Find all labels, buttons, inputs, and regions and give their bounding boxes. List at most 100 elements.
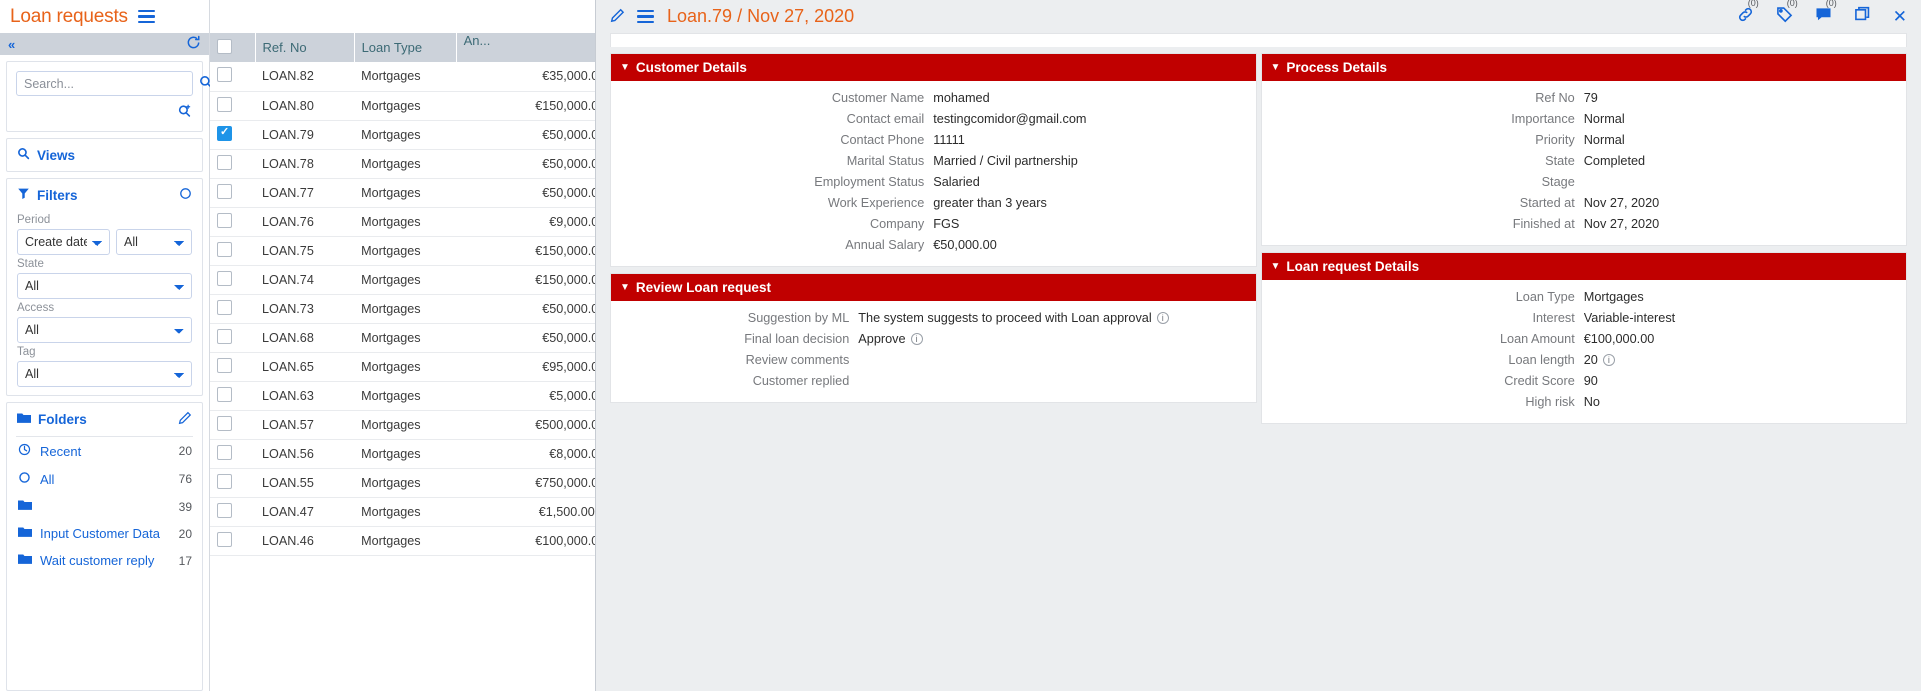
info-icon[interactable]: i xyxy=(1602,354,1615,366)
row-checkbox[interactable] xyxy=(217,183,232,199)
info-icon[interactable]: i xyxy=(910,333,923,345)
col-amount[interactable]: An...⬍ xyxy=(456,33,595,62)
row-select-cell[interactable] xyxy=(210,439,256,469)
duplicate-icon[interactable] xyxy=(1854,6,1871,28)
folder-item-recent[interactable]: Recent 20 xyxy=(7,437,202,465)
row-select-cell[interactable] xyxy=(210,468,256,498)
row-checkbox[interactable] xyxy=(217,270,232,286)
cell-amount: €9,000.00 xyxy=(456,207,595,237)
folder-item-wait-customer-reply[interactable]: Wait customer reply 17 xyxy=(7,547,202,574)
table-row[interactable]: LOAN.82Mortgages€35,000.000Fixed-ra xyxy=(210,62,595,92)
row-checkbox[interactable] xyxy=(217,299,232,315)
row-select-cell[interactable] xyxy=(210,381,256,411)
table-row[interactable]: LOAN.56Mortgages€8,000.00Yes70Variable xyxy=(210,439,595,469)
row-select-cell[interactable] xyxy=(210,410,256,440)
filter-tag-select[interactable]: All xyxy=(17,361,192,387)
folder-item-input-customer-data[interactable]: Input Customer Data 20 xyxy=(7,520,202,547)
table-row[interactable]: LOAN.57Mortgages€500,000.00No98Fixed-ra xyxy=(210,410,595,440)
detail-field-value: €100,000.00 xyxy=(1583,332,1655,346)
row-checkbox[interactable] xyxy=(217,96,232,112)
loan-request-details-header[interactable]: ▼ Loan request Details xyxy=(1261,253,1906,280)
comment-icon[interactable]: (0) xyxy=(1815,0,1837,28)
table-row[interactable]: LOAN.75Mortgages€150,000.00No89Fixed-ra xyxy=(210,236,595,266)
row-select-cell[interactable] xyxy=(210,526,256,556)
row-checkbox[interactable] xyxy=(217,328,232,344)
table-row[interactable]: LOAN.77Mortgages€50,000.00No80Fixed-ra xyxy=(210,178,595,208)
table-row[interactable]: LOAN.63Mortgages€5,000.00No89Fixed-ra xyxy=(210,381,595,411)
col-loan-type[interactable]: Loan Type xyxy=(354,33,457,62)
advanced-search-icon[interactable] xyxy=(177,104,193,121)
views-header[interactable]: Views xyxy=(7,139,202,171)
row-checkbox[interactable] xyxy=(217,241,232,257)
table-row[interactable]: LOAN.73Mortgages€50,000.00No90Fixed-ra xyxy=(210,294,595,324)
row-checkbox[interactable] xyxy=(217,67,232,83)
row-checkbox[interactable] xyxy=(217,386,232,402)
col-amount-label: An... xyxy=(463,33,491,48)
table-row[interactable]: LOAN.74Mortgages€150,000.00No89Fixed-ra xyxy=(210,265,595,295)
refresh-icon[interactable] xyxy=(186,35,201,53)
customer-details-header[interactable]: ▼ Customer Details xyxy=(611,54,1256,81)
row-select-cell[interactable] xyxy=(210,207,256,237)
row-select-cell[interactable] xyxy=(210,323,256,353)
table-row[interactable]: LOAN.80Mortgages€150,000.00No98Fixed-ra xyxy=(210,91,595,121)
row-select-cell[interactable] xyxy=(210,236,256,266)
collapse-sidebar-icon[interactable]: « xyxy=(8,38,15,51)
row-select-cell[interactable] xyxy=(210,294,256,324)
folder-item-all[interactable]: All 76 xyxy=(7,465,202,493)
col-ref-no[interactable]: Ref. No xyxy=(255,33,355,62)
row-select-cell[interactable] xyxy=(210,265,256,295)
select-all-checkbox[interactable] xyxy=(217,38,232,54)
row-select-cell[interactable] xyxy=(210,149,256,179)
filter-access-select[interactable]: All xyxy=(17,317,192,343)
detail-field-label: Loan length xyxy=(1508,353,1575,367)
row-select-cell[interactable] xyxy=(210,120,256,150)
table-row[interactable]: LOAN.65Mortgages€95,000.00Yes50Fixed-ra xyxy=(210,352,595,382)
chevron-down-icon[interactable]: ▼ xyxy=(620,62,630,73)
detail-field-row: Suggestion by ML The system suggests to p… xyxy=(611,308,1256,329)
row-checkbox[interactable] xyxy=(217,154,232,170)
reset-filters-icon[interactable] xyxy=(179,187,192,203)
info-icon[interactable]: i xyxy=(1156,312,1169,324)
views-card[interactable]: Views xyxy=(6,138,203,172)
row-checkbox[interactable] xyxy=(217,531,232,547)
row-checkbox[interactable] xyxy=(217,502,232,518)
row-select-cell[interactable] xyxy=(210,91,256,121)
table-row[interactable]: LOAN.79Mortgages€50,000.00No90Variable xyxy=(210,120,595,150)
pencil-icon[interactable] xyxy=(610,8,625,26)
row-checkbox[interactable] xyxy=(217,444,232,460)
table-row[interactable]: LOAN.76Mortgages€9,000.00Yes50Variable xyxy=(210,207,595,237)
edit-folders-icon[interactable] xyxy=(178,411,192,428)
filter-period-type-select[interactable]: Create date xyxy=(17,229,110,255)
table-row[interactable]: LOAN.78Mortgages€50,000.00Yes65Fixed-ra xyxy=(210,149,595,179)
chevron-down-icon[interactable]: ▼ xyxy=(1271,62,1281,73)
search-input[interactable] xyxy=(16,71,193,96)
chevron-down-icon[interactable]: ▼ xyxy=(620,282,630,293)
table-row[interactable]: LOAN.55Mortgages€750,000.00No89Fixed-ra xyxy=(210,468,595,498)
chevron-down-icon[interactable]: ▼ xyxy=(1271,261,1281,272)
filter-period-value-select[interactable]: All xyxy=(116,229,192,255)
table-row[interactable]: LOAN.47Mortgages€1,500.00...Yes95Fixed-r… xyxy=(210,497,595,527)
row-checkbox[interactable] xyxy=(217,212,232,228)
row-select-cell[interactable] xyxy=(210,497,256,527)
close-icon[interactable]: ✕ xyxy=(1893,7,1907,27)
row-select-cell[interactable] xyxy=(210,62,256,92)
hamburger-icon[interactable] xyxy=(637,9,654,24)
cell-ref-no: LOAN.68 xyxy=(255,323,355,353)
row-select-cell[interactable] xyxy=(210,178,256,208)
row-checkbox[interactable] xyxy=(217,415,232,431)
review-loan-request-header[interactable]: ▼ Review Loan request xyxy=(611,274,1256,301)
row-select-cell[interactable] xyxy=(210,352,256,382)
row-checkbox[interactable] xyxy=(217,357,232,373)
row-checkbox[interactable] xyxy=(217,473,232,489)
folder-item-unnamed[interactable]: 39 xyxy=(7,493,202,520)
hamburger-icon[interactable] xyxy=(137,9,155,24)
process-details-header[interactable]: ▼ Process Details xyxy=(1261,54,1906,81)
filter-state-select[interactable]: All xyxy=(17,273,192,299)
link-icon[interactable]: (0) xyxy=(1737,0,1759,28)
table-row[interactable]: LOAN.46Mortgages€100,000.00No80Fixed-ra xyxy=(210,526,595,556)
col-select-all[interactable] xyxy=(210,33,256,62)
tag-icon[interactable]: (0) xyxy=(1776,0,1798,28)
table-row[interactable]: LOAN.68Mortgages€50,000.00No88Fixed-ra xyxy=(210,323,595,353)
row-checkbox[interactable] xyxy=(217,125,232,141)
review-loan-request-title: Review Loan request xyxy=(635,280,771,295)
